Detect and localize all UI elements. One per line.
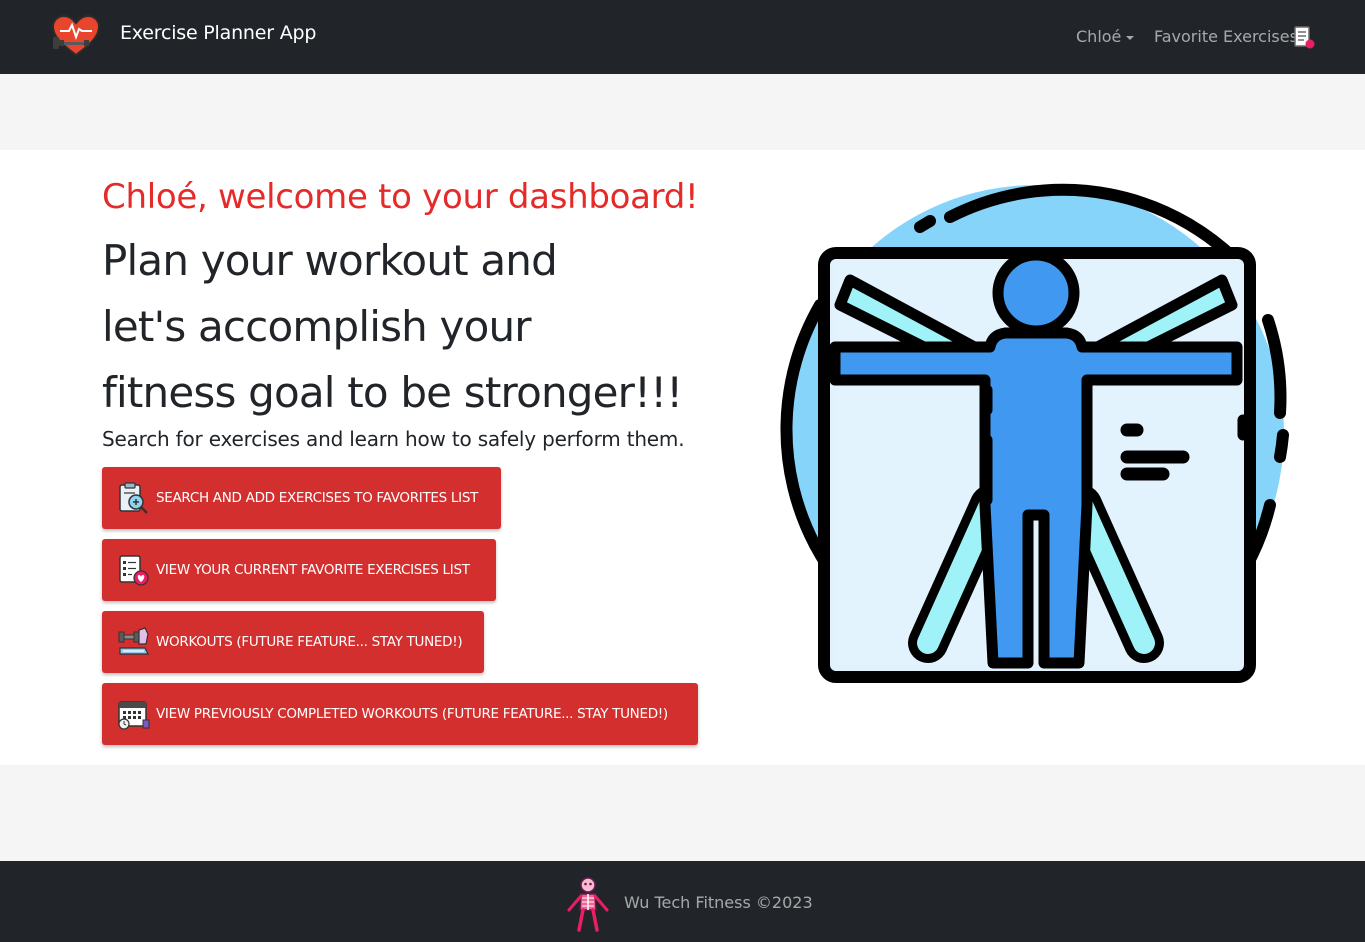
- workouts-button[interactable]: WORKOUTS (FUTURE FEATURE... STAY TUNED!): [102, 611, 484, 673]
- favorites-list-icon[interactable]: [1293, 26, 1315, 50]
- user-dropdown[interactable]: Chloé: [1076, 27, 1135, 46]
- search-add-exercises-button[interactable]: SEARCH AND ADD EXERCISES TO FAVORITES LI…: [102, 467, 501, 529]
- button-label: SEARCH AND ADD EXERCISES TO FAVORITES LI…: [156, 490, 479, 506]
- headline-line: let's accomplish your: [102, 302, 532, 351]
- vitruvian-man-icon: [780, 183, 1289, 683]
- gym-equipment-icon: [118, 627, 149, 655]
- headline: Plan your workout and let's accomplish y…: [102, 228, 742, 426]
- footer-copyright: Wu Tech Fitness ©2023: [624, 893, 813, 912]
- view-favorites-button[interactable]: VIEW YOUR CURRENT FAVORITE EXERCISES LIS…: [102, 539, 496, 601]
- user-dropdown-label: Chloé: [1076, 27, 1122, 46]
- skeleton-icon: [567, 877, 609, 932]
- subheading: Search for exercises and learn how to sa…: [102, 427, 685, 451]
- clipboard-search-icon: [119, 482, 148, 514]
- welcome-heading: Chloé, welcome to your dashboard!: [102, 177, 699, 217]
- list-heart-icon: [119, 555, 149, 586]
- button-label: VIEW YOUR CURRENT FAVORITE EXERCISES LIS…: [156, 562, 470, 578]
- calendar-clock-icon: [118, 701, 150, 730]
- app-title[interactable]: Exercise Planner App: [120, 22, 316, 44]
- button-label: VIEW PREVIOUSLY COMPLETED WORKOUTS (FUTU…: [156, 706, 668, 722]
- chevron-down-icon: [1126, 35, 1135, 40]
- completed-workouts-button[interactable]: VIEW PREVIOUSLY COMPLETED WORKOUTS (FUTU…: [102, 683, 698, 745]
- heart-dumbbell-icon[interactable]: [51, 15, 101, 57]
- button-label: WORKOUTS (FUTURE FEATURE... STAY TUNED!): [156, 634, 463, 650]
- headline-line: Plan your workout and: [102, 236, 558, 285]
- headline-line: fitness goal to be stronger!!!: [102, 368, 683, 417]
- favorite-exercises-link[interactable]: Favorite Exercises: [1154, 27, 1298, 46]
